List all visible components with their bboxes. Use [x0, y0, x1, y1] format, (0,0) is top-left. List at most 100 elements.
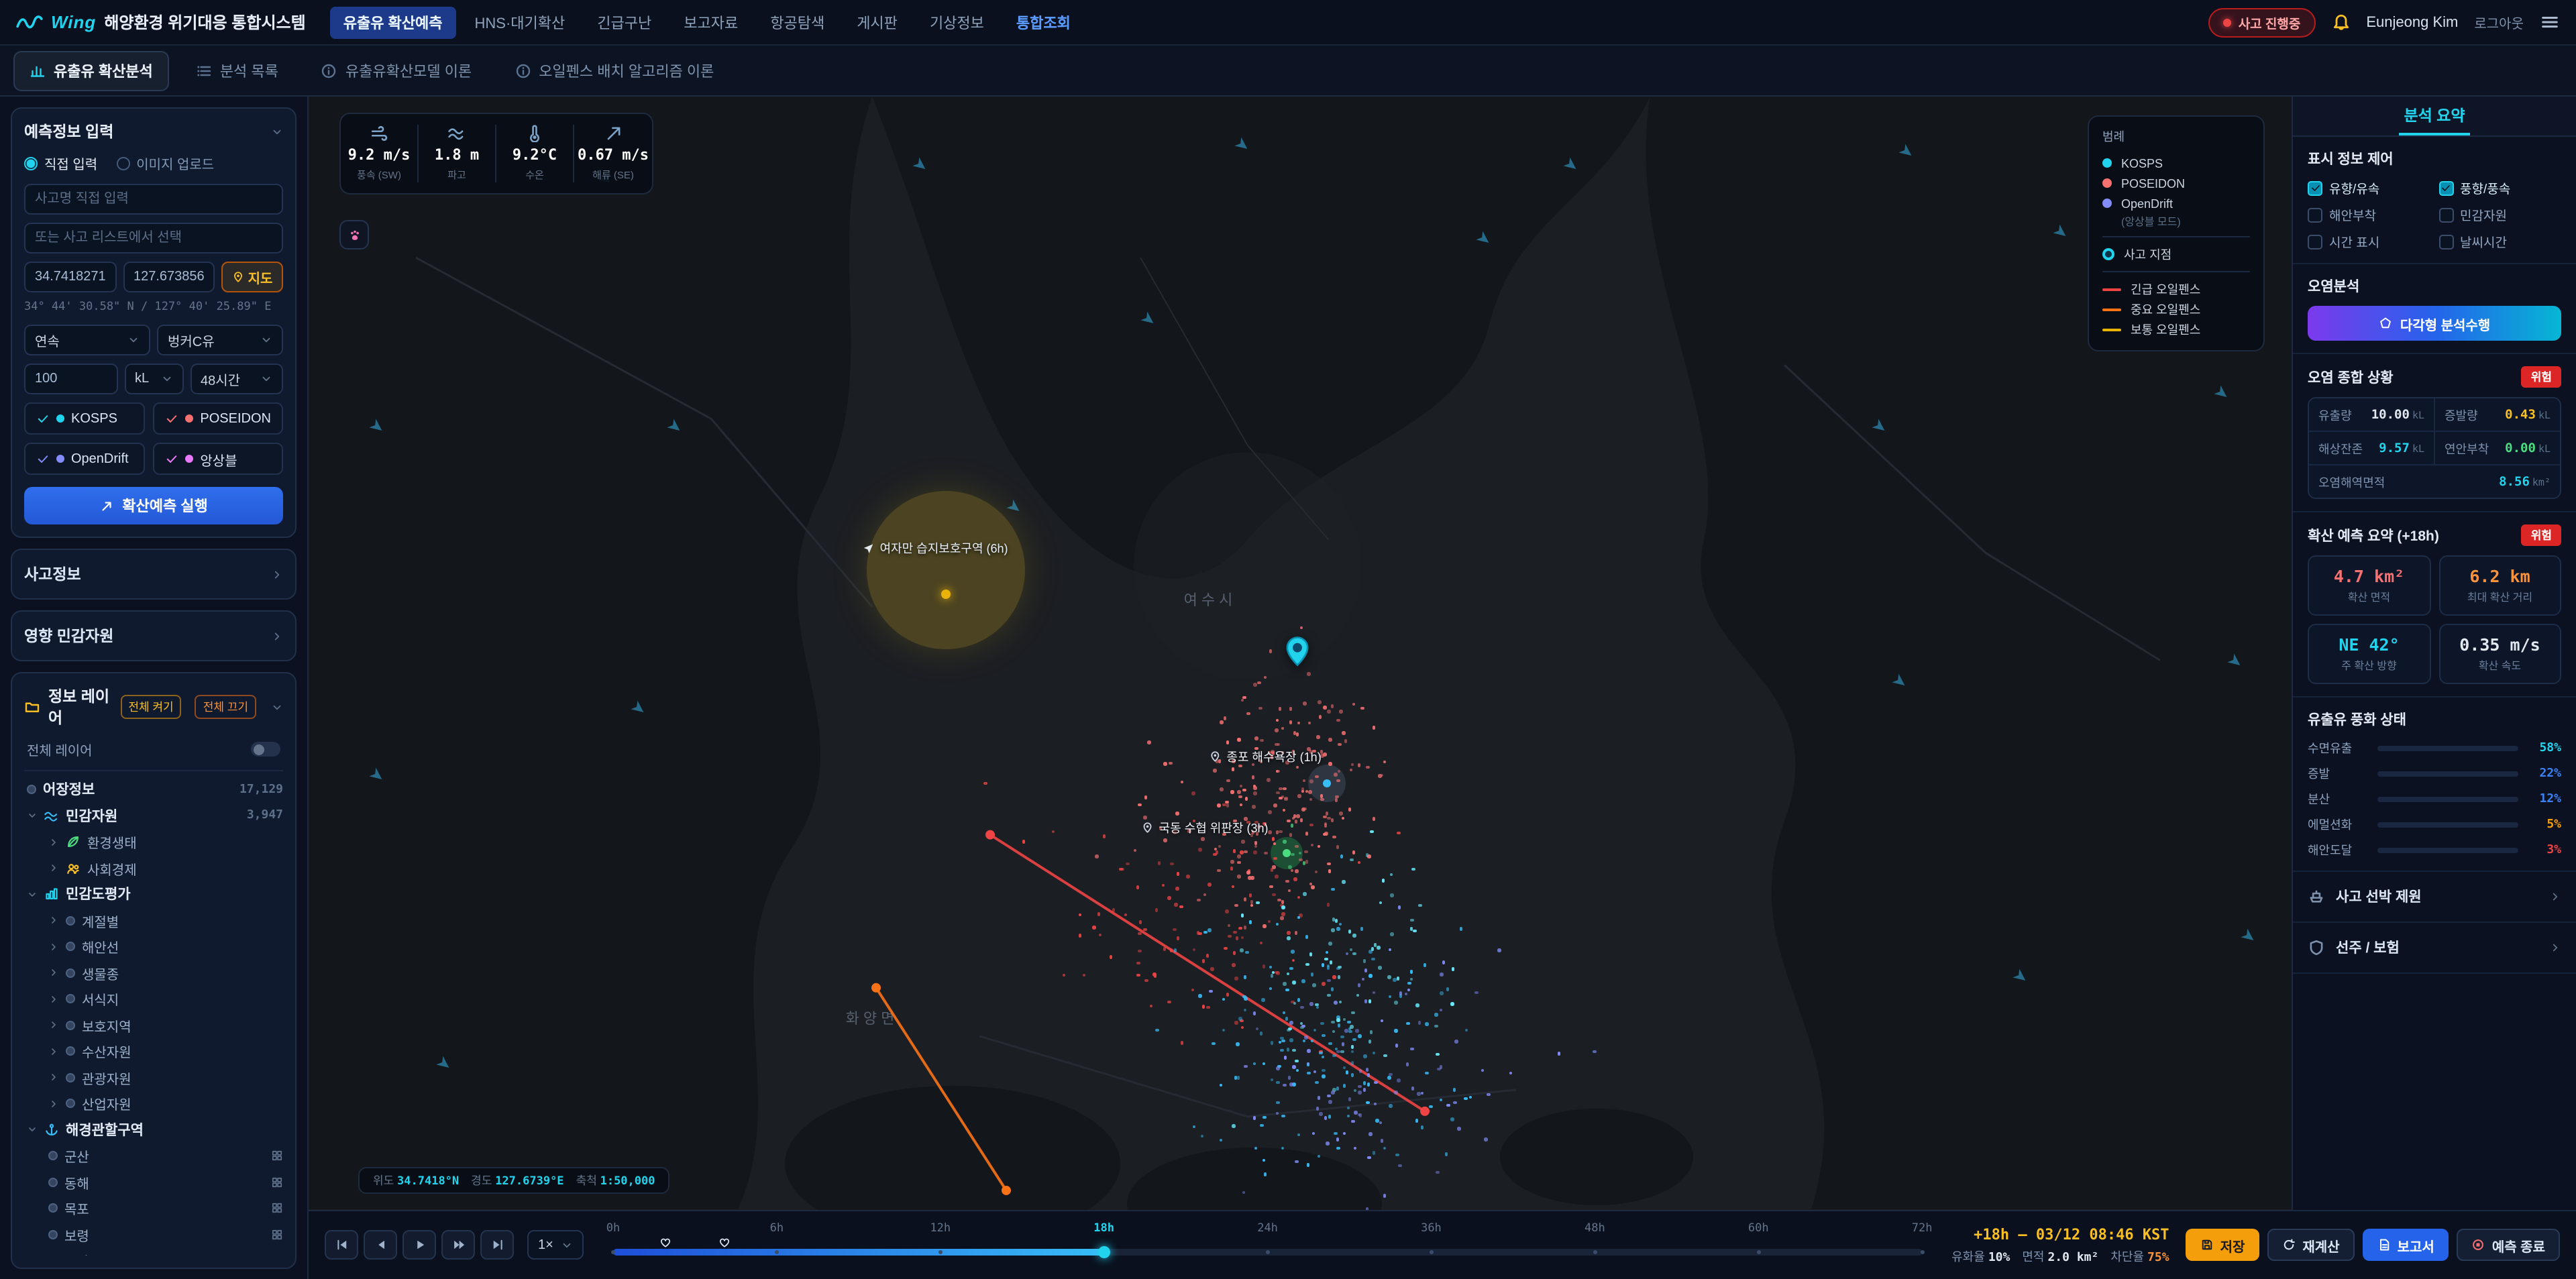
summary-collapsed-sections: 사고 선박 제원 선주 / 보험: [2293, 872, 2576, 974]
release-type-select[interactable]: 연속: [24, 325, 150, 355]
layer-tree-item-8[interactable]: 서식지: [24, 986, 283, 1012]
timeline-handle[interactable]: [1097, 1246, 1110, 1258]
step-back-button[interactable]: [364, 1230, 397, 1260]
display-check-4[interactable]: 시간 표시: [2308, 232, 2430, 251]
logout-link[interactable]: 로그아웃: [2474, 12, 2524, 32]
model-chip-3[interactable]: 앙상블: [153, 443, 283, 475]
tab-2[interactable]: 유출유확산모델 이론: [305, 50, 488, 91]
summary-section-1[interactable]: 선주 / 보험: [2293, 923, 2576, 974]
incident-status-badge[interactable]: 사고 진행중: [2208, 7, 2316, 37]
latitude-input[interactable]: [24, 262, 116, 292]
layer-tree-item-2[interactable]: 환경생태: [24, 829, 283, 855]
nav-item-4[interactable]: 항공탐색: [757, 6, 838, 38]
nav-item-0[interactable]: 유출유 확산예측: [329, 6, 456, 38]
fast-forward-button[interactable]: [441, 1230, 475, 1260]
model-label: POSEIDON: [200, 411, 271, 426]
master-layer-toggle[interactable]: [251, 742, 280, 757]
layer-tree-item-12[interactable]: 산업자원: [24, 1091, 283, 1117]
incident-name-input[interactable]: [24, 184, 283, 215]
map-canvas[interactable]: 여수시 화양면 여자만 습지보호구역 (6h) 종포 해수욕장 (1h) 국동 수협…: [309, 97, 2292, 1209]
layer-dot-icon: [66, 968, 75, 978]
menu-hamburger[interactable]: [2540, 10, 2560, 34]
layer-tree-item-4[interactable]: 민감도평가: [24, 881, 283, 907]
model-chip-1[interactable]: POSEIDON: [153, 402, 283, 435]
spill-amount-input[interactable]: [24, 364, 117, 394]
back-icon: [378, 1240, 384, 1249]
layer-tree-item-6[interactable]: 해안선: [24, 934, 283, 960]
oil-type-select[interactable]: 벙커C유: [157, 325, 283, 355]
layer-tree-item-16[interactable]: 목포: [24, 1195, 283, 1221]
nav-item-7[interactable]: 통합조회: [1003, 6, 1084, 38]
tab-1[interactable]: 분석 목록: [180, 50, 294, 91]
impact-resources-section[interactable]: 영향 민감자원: [11, 610, 297, 661]
layer-tree-item-11[interactable]: 관광자원: [24, 1064, 283, 1091]
play-button[interactable]: [402, 1230, 436, 1260]
skip-start-button[interactable]: [325, 1230, 358, 1260]
display-check-5[interactable]: 날씨시간: [2438, 232, 2561, 251]
display-check-1[interactable]: 풍향/풍속: [2438, 178, 2561, 197]
forecast-card-2: NE 42° 주 확산 방향: [2308, 624, 2430, 684]
event-marker-heart-icon[interactable]: [659, 1231, 672, 1256]
layer-tree-item-7[interactable]: 생물종: [24, 960, 283, 986]
layers-all-off-button[interactable]: 전체 끄기: [195, 695, 256, 719]
action-button-0[interactable]: 저장: [2185, 1229, 2260, 1261]
skip-end-button[interactable]: [480, 1230, 514, 1260]
input-mode-radio-1[interactable]: 이미지 업로드: [116, 153, 214, 173]
display-check-2[interactable]: 해안부착: [2308, 205, 2430, 224]
main-area: 여수시 화양면 여자만 습지보호구역 (6h) 종포 해수욕장 (1h) 국동 수협…: [309, 97, 2576, 1279]
layer-tree-item-5[interactable]: 계절별: [24, 907, 283, 934]
nav-item-6[interactable]: 기상정보: [916, 6, 998, 38]
layer-tree-item-14[interactable]: 군산: [24, 1143, 283, 1169]
timeline-ruler[interactable]: 0h 6h 12h 18h 24h 36h 48h 60h 72h: [606, 1221, 1932, 1269]
prediction-input-header[interactable]: 예측정보 입력: [24, 121, 283, 142]
incident-pin[interactable]: [1280, 633, 1315, 675]
layer-tree-item-9[interactable]: 보호지역: [24, 1012, 283, 1038]
layer-tree-item-17[interactable]: 보령: [24, 1221, 283, 1247]
layer-tree-item-15[interactable]: 동해: [24, 1169, 283, 1195]
action-button-3[interactable]: 예측 종료: [2457, 1229, 2560, 1261]
display-check-0[interactable]: 유향/유속: [2308, 178, 2430, 197]
incident-list-input[interactable]: [24, 223, 283, 254]
layer-tree-item-0[interactable]: 어장정보 17,129: [24, 777, 283, 803]
oil-fence[interactable]: [985, 830, 1430, 1116]
summary-section-0[interactable]: 사고 선박 제원: [2293, 872, 2576, 923]
layers-title: 정보 레이어: [48, 689, 110, 727]
duration-select[interactable]: 48시간: [190, 364, 283, 394]
layer-tree-item-1[interactable]: 민감자원 3,947: [24, 803, 283, 829]
playback-speed-select[interactable]: 1×: [527, 1230, 584, 1260]
weathering-bars: 수면유출 58% 증발 22% 분산 12% 에멀션화 5% 해안도달 3%: [2308, 739, 2561, 858]
polygon-analysis-button[interactable]: 다각형 분석수행: [2308, 306, 2561, 341]
input-mode-radio-0[interactable]: 직접 입력: [24, 153, 97, 173]
layer-tree: 어장정보 17,129 민감자원 3,947 환경생태 사회경제 민감도평가 계절별 해안선 생물…: [24, 777, 283, 1255]
user-name[interactable]: Eunjeong Kim: [2366, 14, 2458, 30]
layer-tree-item-3[interactable]: 사회경제: [24, 855, 283, 881]
run-prediction-button[interactable]: 확산예측 실행: [24, 487, 283, 524]
tab-3[interactable]: 오일펜스 배치 알고리즘 이론: [498, 50, 730, 91]
layer-tree-item-10[interactable]: 수산자원: [24, 1038, 283, 1064]
display-check-3[interactable]: 민감자원: [2438, 205, 2561, 224]
nav-item-1[interactable]: HNS·대기확산: [462, 6, 579, 38]
layer-tree-item-13[interactable]: 해경관할구역: [24, 1117, 283, 1143]
timeline-track[interactable]: [611, 1249, 1925, 1256]
tick-18h: 18h: [1093, 1222, 1115, 1235]
model-chip-2[interactable]: OpenDrift: [24, 443, 146, 475]
tab-0[interactable]: 유출유 확산분석: [13, 50, 169, 91]
model-chip-0[interactable]: KOSPS: [24, 402, 146, 435]
longitude-input[interactable]: [123, 262, 215, 292]
notifications-bell[interactable]: [2331, 10, 2350, 34]
nav-item-3[interactable]: 보고자료: [670, 6, 751, 38]
action-button-1[interactable]: 재계산: [2267, 1229, 2355, 1261]
event-marker-heart-icon[interactable]: [718, 1231, 731, 1256]
layers-all-on-button[interactable]: 전체 켜기: [120, 695, 182, 719]
pick-on-map-button[interactable]: 지도: [221, 262, 283, 292]
weather-label: 풍속 (SW): [357, 169, 401, 181]
layer-tree-item-18[interactable]: 부산: [24, 1247, 283, 1255]
accident-info-section[interactable]: 사고정보: [11, 549, 297, 600]
unit-select[interactable]: kL: [124, 364, 183, 394]
nav-item-5[interactable]: 게시판: [843, 6, 911, 38]
nav-item-2[interactable]: 긴급구난: [584, 6, 665, 38]
map-tool-button[interactable]: [339, 220, 369, 249]
oil-fence[interactable]: [871, 983, 1011, 1195]
caretR-icon: [52, 865, 56, 872]
action-button-2[interactable]: 보고서: [2362, 1229, 2449, 1261]
